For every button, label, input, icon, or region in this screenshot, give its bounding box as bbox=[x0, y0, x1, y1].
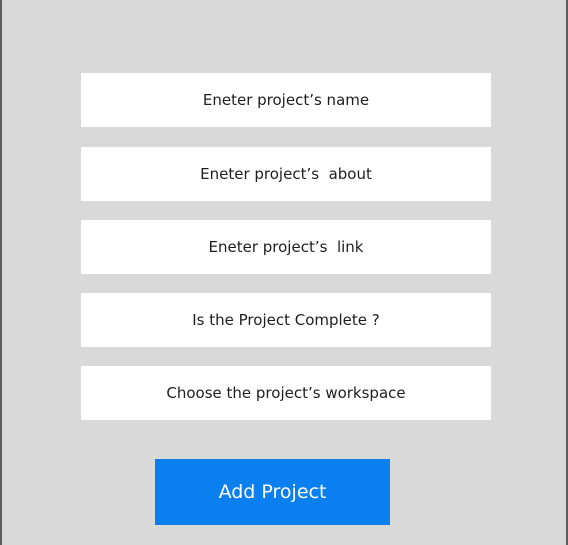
add-project-button[interactable]: Add Project bbox=[155, 459, 390, 525]
project-workspace-label: Choose the project’s workspace bbox=[166, 384, 406, 402]
project-complete-label: Is the Project Complete ? bbox=[192, 311, 380, 329]
project-about-placeholder: Eneter project’s about bbox=[200, 165, 372, 183]
project-link-input[interactable]: Eneter project’s link bbox=[81, 220, 491, 274]
project-name-placeholder: Eneter project’s name bbox=[202, 91, 370, 109]
add-project-form: Eneter project’s name Eneter project’s a… bbox=[0, 0, 568, 545]
project-name-input[interactable]: Eneter project’s name bbox=[81, 73, 491, 127]
project-complete-select[interactable]: Is the Project Complete ? bbox=[81, 293, 491, 347]
project-workspace-select[interactable]: Choose the project’s workspace bbox=[81, 366, 491, 420]
project-about-input[interactable]: Eneter project’s about bbox=[81, 147, 491, 201]
project-link-placeholder: Eneter project’s link bbox=[208, 238, 364, 256]
